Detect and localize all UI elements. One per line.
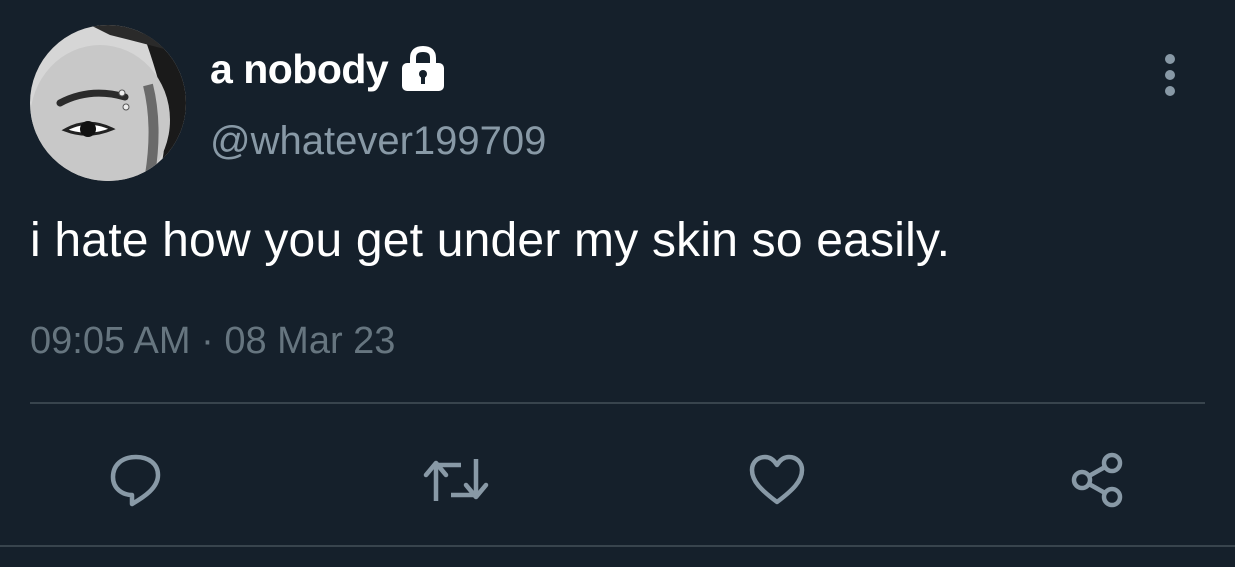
tweet-date: 08 Mar 23 bbox=[224, 320, 396, 362]
like-button[interactable] bbox=[737, 440, 817, 520]
more-dot-icon bbox=[1165, 70, 1175, 80]
bottom-divider bbox=[0, 545, 1235, 547]
display-name-text: a nobody bbox=[210, 46, 389, 92]
user-handle[interactable]: @whatever199709 bbox=[210, 116, 546, 166]
reply-icon bbox=[110, 454, 161, 507]
avatar[interactable] bbox=[30, 25, 186, 181]
tweet-time: 09:05 AM bbox=[30, 320, 191, 362]
avatar-image bbox=[30, 25, 186, 181]
more-dot-icon bbox=[1165, 54, 1175, 64]
lock-icon bbox=[402, 45, 445, 91]
more-options-button[interactable] bbox=[1150, 50, 1190, 100]
share-button[interactable] bbox=[1058, 440, 1138, 520]
timestamp-separator: · bbox=[201, 320, 214, 362]
retweet-button[interactable] bbox=[416, 440, 496, 520]
heart-icon bbox=[749, 454, 805, 505]
retweet-icon bbox=[423, 459, 489, 501]
share-icon bbox=[1071, 452, 1123, 508]
divider bbox=[30, 402, 1205, 404]
action-bar bbox=[0, 440, 1235, 520]
tweet-text: i hate how you get under my skin so easi… bbox=[30, 214, 951, 267]
display-name[interactable]: a nobody bbox=[210, 44, 446, 94]
more-dot-icon bbox=[1165, 86, 1175, 96]
reply-button[interactable] bbox=[96, 440, 176, 520]
timestamp[interactable]: 09:05 AM · 08 Mar 23 bbox=[30, 315, 395, 367]
